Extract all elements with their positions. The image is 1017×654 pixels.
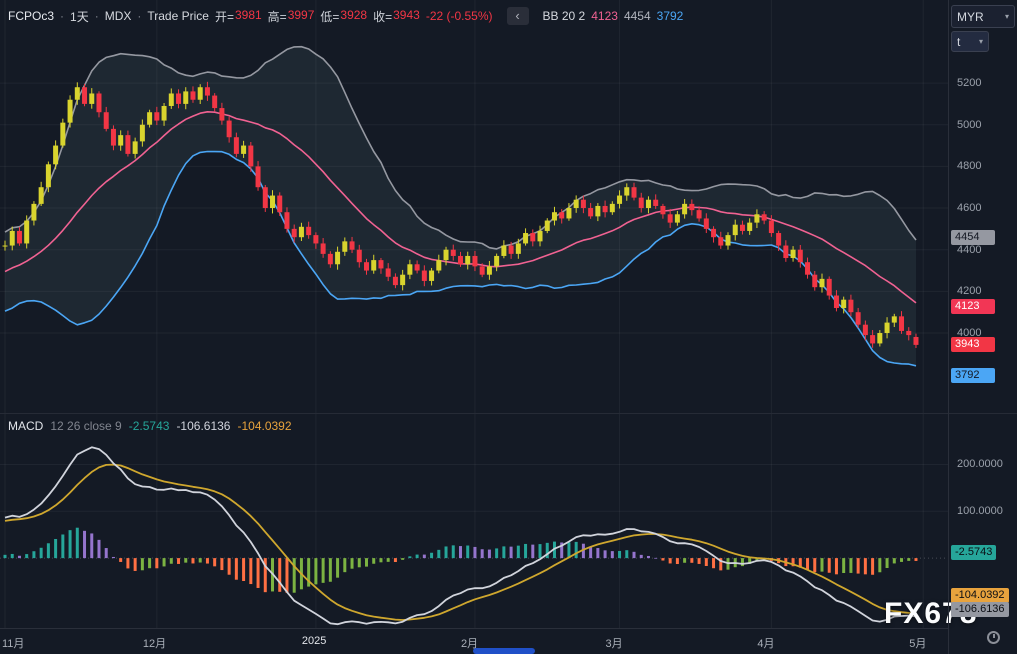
legend-separator: ·	[137, 9, 141, 23]
legend-separator: ·	[60, 9, 64, 23]
chart-plot-area[interactable]	[0, 0, 948, 628]
unit-label: t	[957, 35, 960, 49]
timezone-clock-icon[interactable]	[987, 631, 1000, 644]
macd-tick-label: 100.0000	[957, 504, 1003, 518]
price-tag: 4123	[951, 299, 995, 314]
time-axis-label: 2025	[302, 635, 326, 647]
price-tick-label: 5000	[957, 118, 981, 132]
high-value: 高=3997	[268, 8, 315, 25]
series-type-label: Trade Price	[147, 9, 209, 23]
macd-signal-value: -104.0392	[237, 419, 291, 433]
legend-collapse-button[interactable]: ‹	[507, 7, 529, 25]
time-axis-label: 5月	[909, 635, 926, 651]
macd-value-tag: -106.6136	[951, 602, 1009, 617]
macd-line-value: -106.6136	[176, 419, 230, 433]
macd-legend[interactable]: MACD 12 26 close 9 -2.5743 -106.6136 -10…	[8, 419, 292, 433]
page-scrollbar-thumb[interactable]	[473, 648, 535, 654]
chevron-down-icon: ▾	[979, 37, 983, 46]
macd-indicator-label[interactable]: MACD	[8, 419, 43, 433]
bollinger-bands	[5, 47, 916, 366]
price-tick-label: 4600	[957, 201, 981, 215]
price-tick-label: 4800	[957, 159, 981, 173]
macd-params: 12 26 close 9	[50, 419, 121, 433]
price-tag: 3943	[951, 337, 995, 352]
price-tick-label: 5200	[957, 76, 981, 90]
trading-chart-app: FCPOc3 · 1天 · MDX · Trade Price 开=3981 高…	[0, 0, 1017, 654]
exchange-label: MDX	[105, 9, 132, 23]
close-value: 收=3943	[373, 8, 420, 25]
bb-upper-value: 4454	[624, 9, 651, 23]
currency-label: MYR	[957, 10, 984, 24]
change-value: -22 (-0.55%)	[426, 9, 493, 23]
time-axis-label: 12月	[143, 635, 166, 651]
currency-dropdown[interactable]: MYR ▾	[951, 5, 1015, 28]
unit-dropdown[interactable]: t ▾	[951, 31, 989, 52]
symbol-legend[interactable]: FCPOc3 · 1天 · MDX · Trade Price 开=3981 高…	[8, 7, 683, 25]
macd-value-tag: -104.0392	[951, 588, 1009, 603]
macd-hist-value: -2.5743	[129, 419, 170, 433]
bb-basis-value: 4123	[591, 9, 618, 23]
interval-label[interactable]: 1天	[70, 8, 89, 25]
time-axis-label: 4月	[757, 635, 774, 651]
legend-separator: ·	[95, 9, 99, 23]
open-value: 开=3981	[215, 8, 262, 25]
macd-lines	[5, 447, 916, 624]
macd-value-tag: -2.5743	[951, 545, 996, 560]
time-axis-label: 3月	[606, 635, 623, 651]
price-tag: 3792	[951, 368, 995, 383]
time-axis-label: 11月	[2, 635, 24, 651]
low-value: 低=3928	[320, 8, 367, 25]
bb-indicator-label[interactable]: BB 20 2	[543, 9, 586, 23]
price-tag: 4454	[951, 230, 995, 245]
chevron-down-icon: ▾	[1005, 12, 1009, 21]
price-tick-label: 4200	[957, 284, 981, 298]
symbol-name[interactable]: FCPOc3	[8, 9, 54, 23]
panel-separator[interactable]	[0, 413, 1017, 414]
price-axis[interactable]: MYR ▾ t ▾ 520050004800460044004200400020…	[948, 0, 1017, 654]
macd-tick-label: 200.0000	[957, 457, 1003, 471]
bb-lower-value: 3792	[657, 9, 684, 23]
